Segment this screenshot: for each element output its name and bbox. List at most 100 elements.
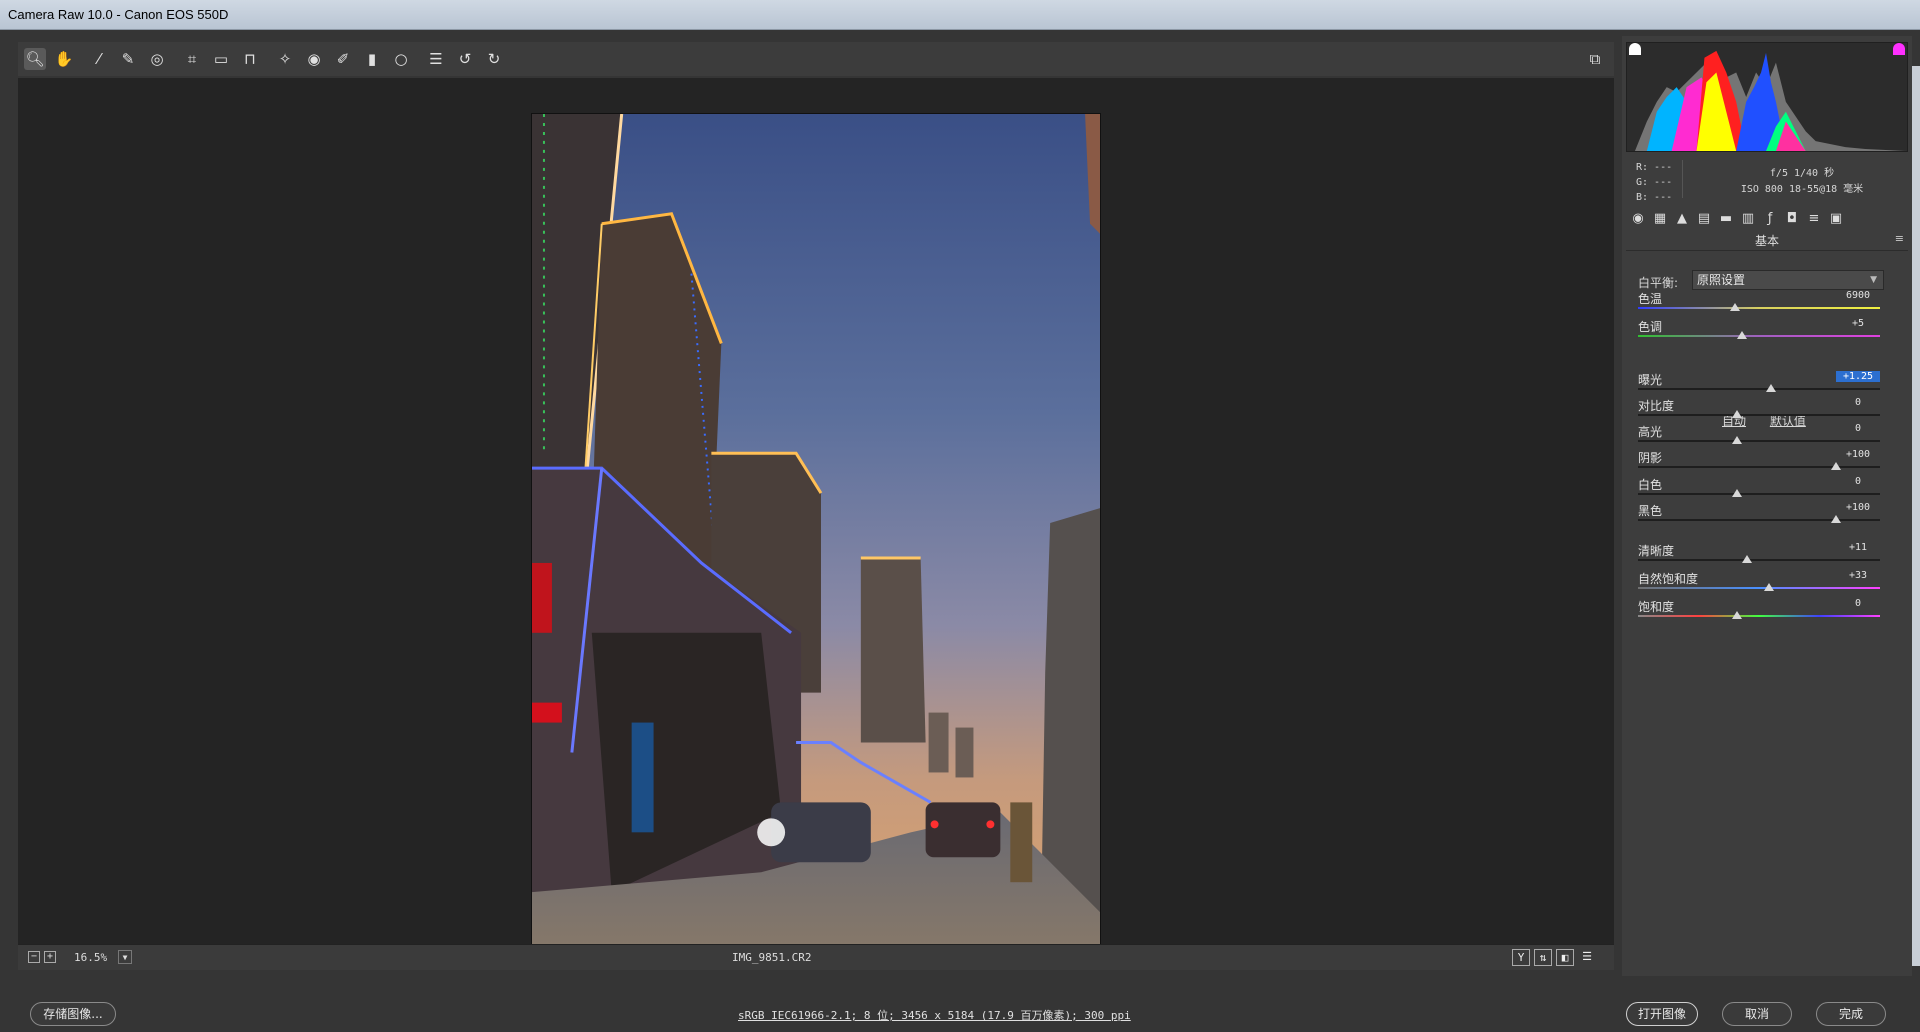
adjustment-brush-icon[interactable]: ✐ (332, 48, 354, 70)
detail-tab-icon[interactable]: ▲ (1674, 211, 1690, 227)
zoom-icon[interactable]: 🔍︎ (24, 48, 46, 70)
slider-value[interactable]: +100 (1836, 449, 1880, 460)
snapshots-tab-icon[interactable]: ▣ (1828, 211, 1844, 227)
rotate-right-icon[interactable]: ↻ (483, 48, 505, 70)
crop-icon[interactable]: ⌗ (181, 48, 203, 70)
slider-thumb[interactable] (1737, 331, 1748, 339)
slider-track[interactable] (1638, 519, 1880, 521)
window-scrollbar[interactable] (1912, 66, 1920, 966)
slider-6[interactable]: 白色 0 (1638, 476, 1894, 504)
slider-thumb[interactable] (1766, 384, 1777, 392)
done-button[interactable]: 完成 (1816, 1002, 1886, 1026)
fullscreen-icon[interactable]: ⧉ (1584, 48, 1606, 70)
slider-label: 高光 (1638, 425, 1663, 439)
slider-track[interactable] (1638, 388, 1880, 390)
preview-preferences-button[interactable]: ☰ (1578, 949, 1596, 966)
hsl-tab-icon[interactable]: ▤ (1696, 211, 1712, 227)
slider-9[interactable]: 自然饱和度 +33 (1638, 570, 1894, 598)
white-balance-icon[interactable]: ⁄ (88, 48, 110, 70)
panel-tabs: ◉ ▦ ▲ ▤ ▬ ▥ ƒ ◘ ≡ ▣ (1626, 208, 1908, 230)
camera-calibration-tab-icon[interactable]: ◘ (1784, 211, 1800, 227)
tone-curve-tab-icon[interactable]: ▦ (1652, 211, 1668, 227)
effects-tab-icon[interactable]: ƒ (1762, 211, 1778, 227)
highlight-clipping-toggle[interactable] (1893, 43, 1905, 55)
exposure-info: f/5 1/40 秒 (1769, 168, 1835, 179)
slider-thumb[interactable] (1732, 410, 1743, 418)
copy-settings-button[interactable]: ◧ (1556, 949, 1574, 966)
cancel-button[interactable]: 取消 (1722, 1002, 1792, 1026)
basic-tab-icon[interactable]: ◉ (1630, 211, 1646, 227)
slider-value[interactable]: +11 (1836, 542, 1880, 553)
slider-label: 清晰度 (1638, 544, 1675, 558)
slider-track[interactable] (1638, 307, 1880, 309)
slider-7[interactable]: 黑色 +100 (1638, 502, 1894, 530)
toolbar: 🔍︎ ✋ ⁄ ✎ ◎ ⌗ ▭ ⊓ ✧ ◉ ✐ ▮ ○ ☰ ↺ ↻ ⧉ (18, 42, 1614, 76)
slider-3[interactable]: 对比度 0 (1638, 397, 1894, 425)
slider-value[interactable]: 0 (1836, 423, 1880, 434)
radial-filter-icon[interactable]: ○ (390, 48, 412, 70)
slider-track[interactable] (1638, 466, 1880, 468)
slider-thumb[interactable] (1763, 583, 1774, 591)
lens-tab-icon[interactable]: ▥ (1740, 211, 1756, 227)
slider-value[interactable]: +1.25 (1836, 371, 1880, 382)
slider-track[interactable] (1638, 587, 1880, 589)
slider-5[interactable]: 阴影 +100 (1638, 449, 1894, 477)
photo-preview[interactable] (531, 113, 1101, 969)
zoom-dropdown[interactable]: ▼ (118, 950, 132, 964)
open-image-button[interactable]: 打开图像 (1626, 1002, 1698, 1026)
title-bar: Camera Raw 10.0 - Canon EOS 550D (0, 0, 1920, 30)
presets-list-icon[interactable]: ☰ (425, 48, 447, 70)
panel-divider (1626, 250, 1908, 251)
shadow-clipping-toggle[interactable] (1629, 43, 1641, 55)
right-panel: R: --- G: --- B: --- f/5 1/40 秒 ISO 800 … (1622, 36, 1912, 976)
slider-thumb[interactable] (1732, 611, 1743, 619)
slider-0[interactable]: 色温 6900 (1638, 290, 1894, 318)
slider-track[interactable] (1638, 559, 1880, 561)
spot-removal-icon[interactable]: ✧ (274, 48, 296, 70)
targeted-adjustment-icon[interactable]: ◎ (146, 48, 168, 70)
slider-value[interactable]: +33 (1836, 570, 1880, 581)
slider-track[interactable] (1638, 414, 1880, 416)
panel-menu-icon[interactable]: ≡ (1895, 232, 1904, 245)
slider-4[interactable]: 高光 0 (1638, 423, 1894, 451)
slider-thumb[interactable] (1831, 462, 1842, 470)
workflow-options-link[interactable]: sRGB IEC61966-2.1; 8 位; 3456 x 5184 (17.… (738, 1007, 1131, 1023)
slider-thumb[interactable] (1732, 436, 1743, 444)
slider-track[interactable] (1638, 493, 1880, 495)
slider-value[interactable]: 0 (1836, 476, 1880, 487)
slider-track[interactable] (1638, 615, 1880, 617)
transform-icon[interactable]: ⊓ (239, 48, 261, 70)
slider-value[interactable]: 0 (1836, 598, 1880, 609)
slider-10[interactable]: 饱和度 0 (1638, 598, 1894, 626)
slider-1[interactable]: 色调 +5 (1638, 318, 1894, 346)
presets-tab-icon[interactable]: ≡ (1806, 211, 1822, 227)
straighten-icon[interactable]: ▭ (210, 48, 232, 70)
swap-settings-button[interactable]: ⇅ (1534, 949, 1552, 966)
slider-track[interactable] (1638, 335, 1880, 337)
before-after-toggle[interactable]: Y (1512, 949, 1530, 966)
save-image-button[interactable]: 存储图像... (30, 1002, 116, 1026)
split-toning-tab-icon[interactable]: ▬ (1718, 211, 1734, 227)
white-balance-select[interactable]: 原照设置 ▼ (1692, 270, 1884, 290)
hand-icon[interactable]: ✋ (53, 48, 75, 70)
slider-thumb[interactable] (1741, 555, 1752, 563)
window-title: Camera Raw 10.0 - Canon EOS 550D (8, 7, 229, 22)
red-eye-icon[interactable]: ◉ (303, 48, 325, 70)
slider-thumb[interactable] (1831, 515, 1842, 523)
rotate-left-icon[interactable]: ↺ (454, 48, 476, 70)
slider-value[interactable]: +100 (1836, 502, 1880, 513)
color-sampler-icon[interactable]: ✎ (117, 48, 139, 70)
zoom-out-button[interactable]: − (28, 951, 40, 963)
slider-thumb[interactable] (1729, 303, 1740, 311)
bottom-bar: 存储图像... sRGB IEC61966-2.1; 8 位; 3456 x 5… (0, 980, 1920, 1032)
slider-2[interactable]: 曝光 +1.25 (1638, 371, 1894, 399)
graduated-filter-icon[interactable]: ▮ (361, 48, 383, 70)
zoom-in-button[interactable]: + (44, 951, 56, 963)
slider-value[interactable]: 6900 (1836, 290, 1880, 301)
slider-value[interactable]: 0 (1836, 397, 1880, 408)
slider-track[interactable] (1638, 440, 1880, 442)
slider-value[interactable]: +5 (1836, 318, 1880, 329)
slider-8[interactable]: 清晰度 +11 (1638, 542, 1894, 570)
slider-thumb[interactable] (1732, 489, 1743, 497)
histogram (1626, 42, 1908, 152)
